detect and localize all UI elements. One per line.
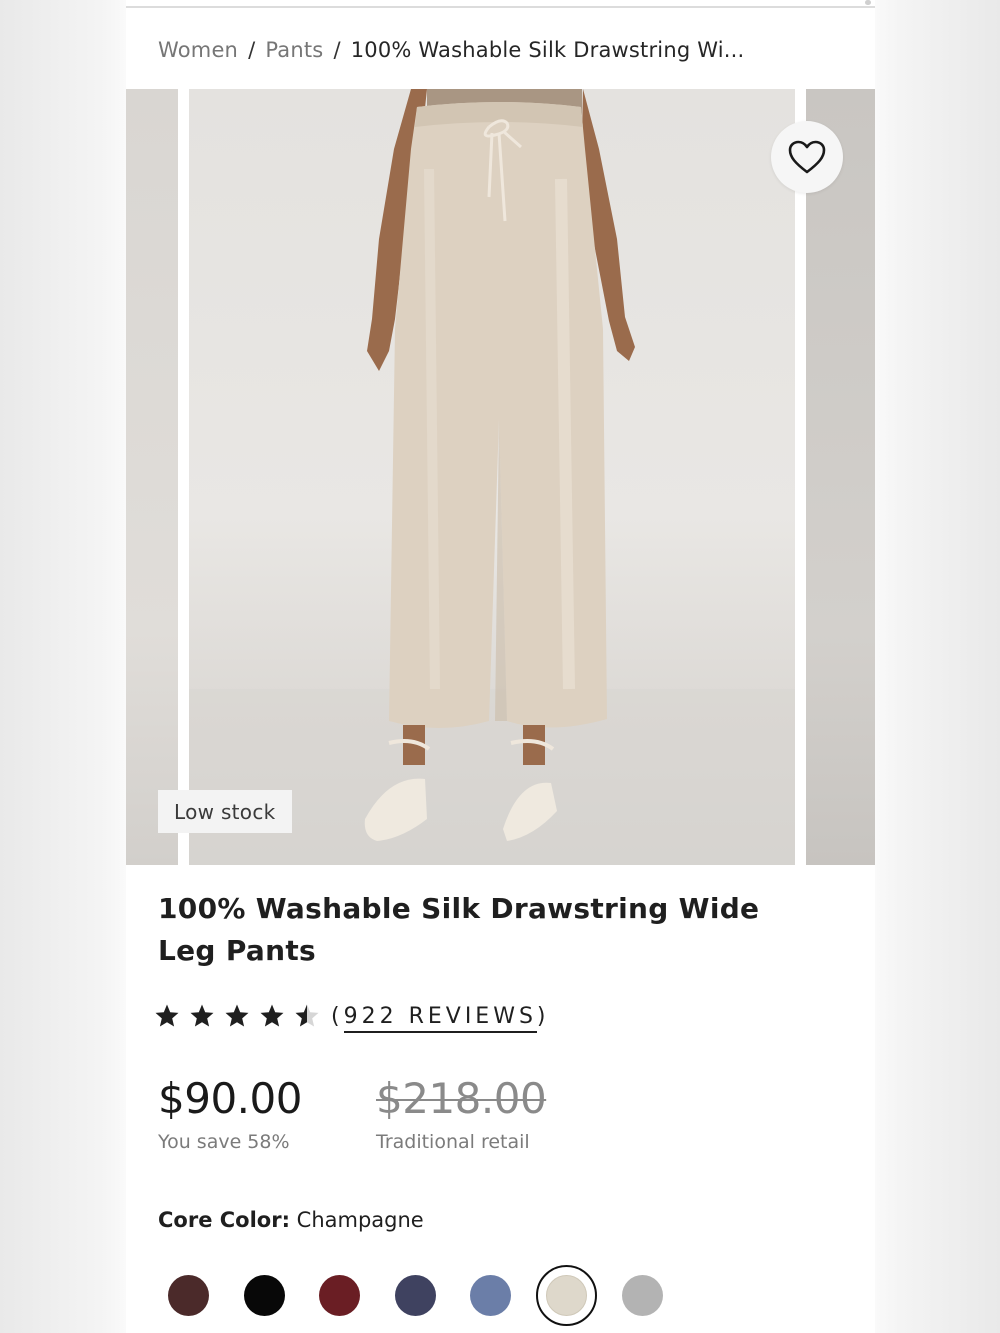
breadcrumb-separator: / — [248, 38, 256, 62]
scrollbar[interactable] — [865, 0, 871, 5]
star-icon — [190, 1004, 214, 1027]
color-swatch[interactable] — [168, 1275, 209, 1316]
color-swatch[interactable] — [546, 1275, 587, 1316]
reviews-close-paren: ) — [536, 1003, 550, 1029]
color-swatches — [126, 1262, 875, 1328]
sale-price: $90.00 — [158, 1074, 302, 1123]
low-stock-badge: Low stock — [158, 790, 292, 833]
color-swatch[interactable] — [319, 1275, 360, 1316]
color-swatch[interactable] — [622, 1275, 663, 1316]
retail-price: $218.00 — [376, 1074, 547, 1123]
breadcrumb-separator: / — [333, 38, 341, 62]
previous-image-slide[interactable] — [126, 89, 178, 865]
color-swatch[interactable] — [395, 1275, 436, 1316]
product-photo — [189, 89, 795, 865]
breadcrumb-link-women[interactable]: Women — [158, 38, 238, 62]
star-icon — [225, 1004, 249, 1027]
star-icon — [260, 1004, 284, 1027]
star-rating — [154, 1003, 329, 1029]
reviews-link[interactable]: 922 REVIEWS — [343, 1003, 537, 1033]
color-selection-label: Core Color: Champagne — [158, 1208, 424, 1232]
product-image[interactable] — [189, 89, 795, 865]
reviews-open-paren: ( — [331, 1003, 344, 1029]
top-divider — [126, 6, 875, 8]
retail-label: Traditional retail — [376, 1131, 530, 1153]
next-image-slide[interactable] — [806, 89, 875, 865]
breadcrumb-link-pants[interactable]: Pants — [265, 38, 323, 62]
breadcrumb-current: 100% Washable Silk Drawstring Wi... — [350, 38, 745, 62]
color-swatch[interactable] — [470, 1275, 511, 1316]
selected-color-name: Champagne — [296, 1208, 424, 1232]
savings-text: You save 58% — [158, 1131, 290, 1153]
product-page: Women / Pants / 100% Washable Silk Draws… — [126, 0, 875, 1333]
heart-outline-icon — [788, 140, 826, 174]
color-swatch[interactable] — [244, 1275, 285, 1316]
reviews-count[interactable]: (922 REVIEWS) — [331, 1003, 550, 1033]
star-icon — [155, 1004, 179, 1027]
product-rating[interactable]: (922 REVIEWS) — [154, 998, 550, 1034]
star-icon — [295, 1004, 319, 1027]
color-label: Core Color: — [158, 1208, 290, 1232]
product-title: 100% Washable Silk Drawstring Wide Leg P… — [158, 892, 760, 967]
favorite-button[interactable] — [771, 121, 843, 193]
breadcrumb: Women / Pants / 100% Washable Silk Draws… — [158, 34, 848, 66]
product-image-carousel[interactable]: Low stock — [126, 89, 875, 865]
